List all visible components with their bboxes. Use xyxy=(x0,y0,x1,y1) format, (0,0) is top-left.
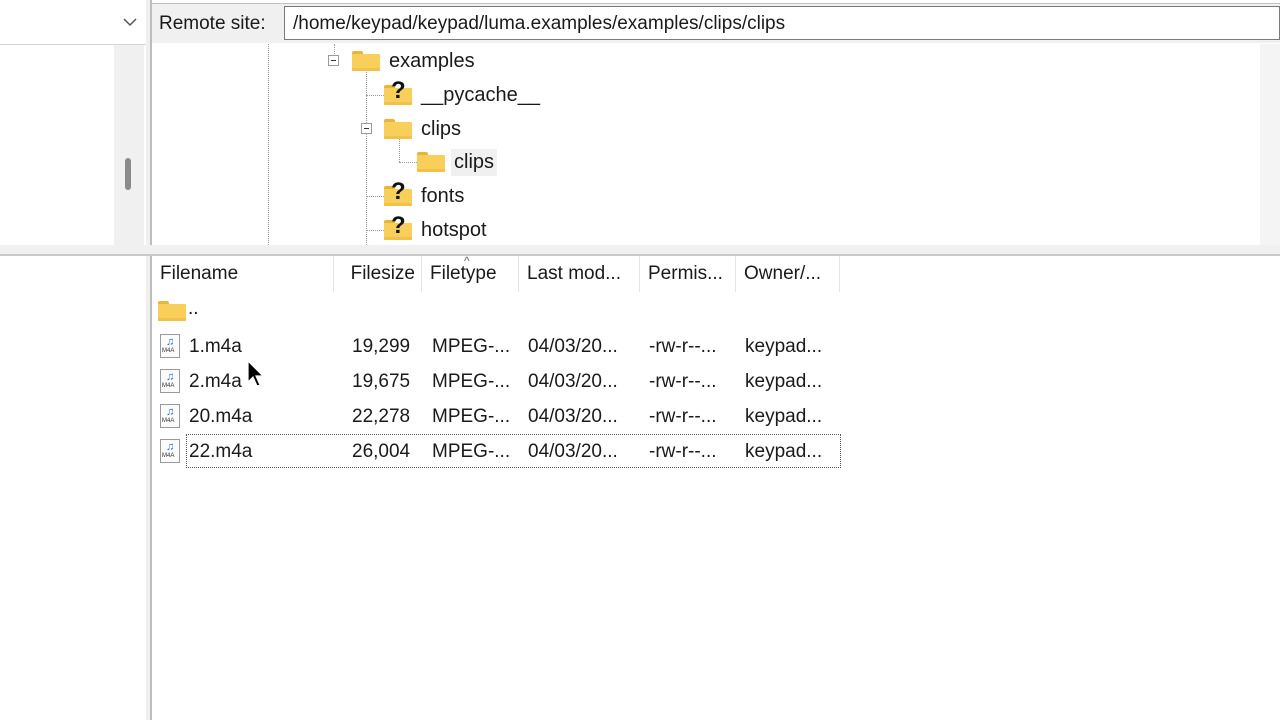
collapse-icon[interactable] xyxy=(361,123,372,134)
column-header-label: Owner/... xyxy=(744,263,822,284)
tree-guide-line xyxy=(366,230,384,231)
permissions-cell: -rw-r--... xyxy=(649,336,717,357)
filesize-cell: 19,675 xyxy=(352,371,411,392)
tree-node-label: __pycache__ xyxy=(421,83,540,106)
modified-cell: 04/03/20... xyxy=(528,406,618,427)
collapse-icon[interactable] xyxy=(328,55,339,66)
permissions-cell: -rw-r--... xyxy=(649,371,717,392)
tree-guide-line xyxy=(366,95,384,96)
tree-node-pycache[interactable]: ? __pycache__ xyxy=(384,79,543,110)
audio-file-icon: ♫ M4A xyxy=(160,404,180,428)
filename-cell: 1.m4a xyxy=(189,336,242,357)
column-header-filetype[interactable]: Filetype xyxy=(422,256,519,292)
filename-cell: 2.m4a xyxy=(189,371,242,392)
focus-rectangle xyxy=(186,434,841,468)
tree-guide-line xyxy=(366,196,384,197)
filetype-cell: MPEG-... xyxy=(432,371,511,392)
unknown-folder-icon: ? xyxy=(384,180,412,206)
filetype-cell: MPEG-... xyxy=(432,406,511,427)
tree-node-examples[interactable]: examples xyxy=(352,46,478,76)
tree-node-clips-selected[interactable]: clips xyxy=(417,147,498,177)
remote-site-path-input[interactable]: /home/keypad/keypad/luma.examples/exampl… xyxy=(284,6,1280,40)
tree-node-label: examples xyxy=(389,49,475,72)
owner-cell: keypad... xyxy=(745,371,823,392)
tree-node-label: clips xyxy=(421,117,462,140)
filesize-cell: 19,299 xyxy=(352,336,411,357)
filetype-cell: MPEG-... xyxy=(432,336,511,357)
modified-cell: 04/03/20... xyxy=(528,336,618,357)
tree-node-clips[interactable]: clips xyxy=(384,114,464,144)
tree-guide-line xyxy=(366,66,367,245)
tree-node-label: clips xyxy=(451,148,498,176)
remote-file-list[interactable]: Filename Filesize Filetype ^ Last mod...… xyxy=(152,254,1280,720)
remote-site-label: Remote site: xyxy=(159,13,266,34)
table-row-parent-dir[interactable]: .. xyxy=(152,294,842,328)
remote-directory-tree[interactable]: examples ? __pycache__ clips clips ? fon… xyxy=(152,44,1280,245)
audio-file-icon: ♫ M4A xyxy=(160,439,180,463)
column-header-owner[interactable]: Owner/... xyxy=(736,256,840,292)
remote-tree-scrollbar[interactable] xyxy=(1260,44,1280,245)
owner-cell: keypad... xyxy=(745,406,823,427)
tree-node-fonts[interactable]: ? fonts xyxy=(384,180,467,211)
column-header-permissions[interactable]: Permis... xyxy=(640,256,736,292)
mouse-cursor-icon xyxy=(247,359,267,388)
filename-cell: .. xyxy=(188,298,199,319)
filesize-cell: 22,278 xyxy=(352,406,411,427)
column-header-last-modified[interactable]: Last mod... xyxy=(519,256,640,292)
table-row[interactable]: ♫ M4A 1.m4a 19,299 MPEG-... 04/03/20... -… xyxy=(152,329,842,363)
audio-file-icon: ♫ M4A xyxy=(160,369,180,393)
horizontal-splitter[interactable] xyxy=(0,245,1280,256)
chevron-down-icon[interactable] xyxy=(120,12,140,32)
local-tree-scrollbar[interactable] xyxy=(114,45,144,245)
sort-caret-icon: ^ xyxy=(464,254,470,268)
column-header-label: Last mod... xyxy=(527,263,621,284)
table-row[interactable]: ♫ M4A 20.m4a 22,278 MPEG-... 04/03/20... … xyxy=(152,399,842,433)
unknown-folder-icon: ? xyxy=(384,214,412,240)
folder-icon xyxy=(158,301,186,321)
column-header-filename[interactable]: Filename xyxy=(152,256,334,292)
column-header-label: Filename xyxy=(160,263,239,284)
tree-node-label: hotspot xyxy=(421,218,487,241)
permissions-cell: -rw-r--... xyxy=(649,406,717,427)
owner-cell: keypad... xyxy=(745,336,823,357)
column-header-filesize[interactable]: Filesize xyxy=(334,256,422,292)
local-file-list[interactable] xyxy=(0,254,146,720)
filename-cell: 20.m4a xyxy=(189,406,253,427)
unknown-folder-icon: ? xyxy=(384,79,412,105)
tree-guide-line xyxy=(399,162,417,163)
remote-site-bar: Remote site: /home/keypad/keypad/luma.ex… xyxy=(152,3,1280,43)
local-tree-scroll-thumb[interactable] xyxy=(125,158,131,190)
folder-icon xyxy=(417,152,445,172)
local-site-path-dropdown[interactable] xyxy=(0,0,146,45)
audio-file-icon: ♫ M4A xyxy=(160,334,180,358)
tree-guide-line xyxy=(268,44,269,245)
folder-icon xyxy=(384,119,412,139)
folder-icon xyxy=(352,51,380,71)
tree-node-label: fonts xyxy=(421,184,465,207)
column-header-label: Permis... xyxy=(648,263,723,284)
modified-cell: 04/03/20... xyxy=(528,371,618,392)
column-header-label: Filesize xyxy=(350,263,415,284)
tree-node-hotspot[interactable]: ? hotspot xyxy=(384,214,490,245)
